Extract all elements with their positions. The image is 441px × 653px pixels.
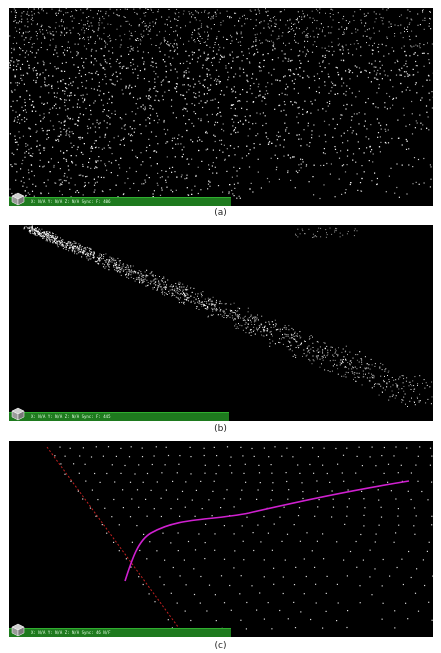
status-text-c: X: N/A Y: N/A Z: N/A Sync: 46 N/F <box>31 630 111 635</box>
cube-icon[interactable] <box>10 192 26 206</box>
point-cloud-canvas-b[interactable] <box>9 225 433 421</box>
status-text-b: X: N/A Y: N/A Z: N/A Sync: F: 445 <box>31 414 111 419</box>
cube-icon[interactable] <box>10 623 26 637</box>
figure-caption-a: (a) <box>214 208 227 218</box>
point-cloud-canvas-a[interactable] <box>9 8 433 206</box>
status-bar-a: X: N/A Y: N/A Z: N/A Sync: F: 406 <box>9 197 231 206</box>
point-cloud-canvas-c[interactable] <box>9 441 433 637</box>
figure-caption-b: (b) <box>214 424 227 434</box>
point-cloud-viewer-c[interactable]: X: N/A Y: N/A Z: N/A Sync: 46 N/F <box>9 441 433 637</box>
point-cloud-viewer-a[interactable]: X: N/A Y: N/A Z: N/A Sync: F: 406 <box>9 8 433 206</box>
cube-icon[interactable] <box>10 407 26 421</box>
axis-line <box>46 446 182 632</box>
grid-points <box>54 446 433 630</box>
status-bar-c: X: N/A Y: N/A Z: N/A Sync: 46 N/F <box>9 628 231 637</box>
point-cloud-viewer-b[interactable]: X: N/A Y: N/A Z: N/A Sync: F: 445 <box>9 225 433 421</box>
trajectory-path <box>124 480 410 582</box>
status-bar-b: X: N/A Y: N/A Z: N/A Sync: F: 445 <box>9 412 229 421</box>
figure-caption-c: (c) <box>214 641 227 651</box>
status-text-a: X: N/A Y: N/A Z: N/A Sync: F: 406 <box>31 199 111 204</box>
